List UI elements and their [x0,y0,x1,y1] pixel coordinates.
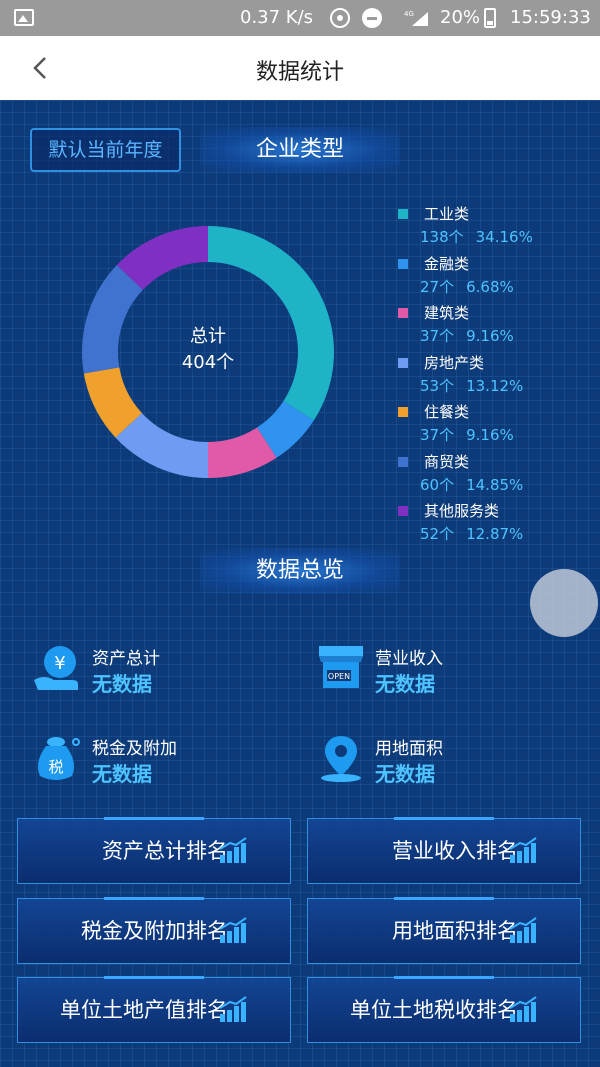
legend-count: 138个 [420,228,464,246]
legend-percent: 6.68% [466,277,514,296]
legend-swatch [398,506,408,516]
legend-percent: 12.87% [466,525,524,543]
legend-item[interactable]: 住餐类 37个 9.16% [398,400,598,450]
stat-land-area: 用地面积 无数据 [315,730,565,790]
legend-swatch [398,308,408,318]
network-speed: 0.37 K/s [240,7,314,28]
rank-total-assets-button[interactable]: 资产总计排名 [17,817,291,884]
battery-percent: 20% [440,7,481,28]
stat-label: 资产总计 [92,649,160,669]
legend-percent: 34.16% [475,228,533,246]
legend-swatch [398,407,408,417]
clock: 15:59:33 [510,7,591,28]
legend-label: 其他服务类 [424,502,500,520]
donut-slice[interactable] [82,265,143,374]
legend-percent: 14.85% [466,475,524,494]
legend-label: 金融类 [424,254,470,273]
legend-swatch [398,209,408,219]
rank-label: 单位土地税收排名 [350,998,518,1022]
rank-land-area-button[interactable]: 用地面积排名 [307,897,581,964]
money-hand-icon: ¥ [34,646,78,690]
legend-item[interactable]: 其他服务类 52个 12.87% [398,499,598,549]
legend-item[interactable]: 金融类 27个 6.68% [398,252,598,302]
stat-label: 用地面积 [375,739,443,759]
stat-label: 营业收入 [375,649,443,669]
stat-value: 无数据 [92,672,152,696]
rank-output-per-land-button[interactable]: 单位土地产值排名 [17,976,291,1043]
legend-label: 商贸类 [424,452,470,471]
rank-operating-revenue-button[interactable]: 营业收入排名 [307,817,581,884]
network-type: 4G [404,10,414,18]
legend-count: 60个 [420,475,455,494]
legend-count: 52个 [420,525,455,543]
stat-label: 税金及附加 [92,739,177,759]
chart-legend: 工业类 138个 34.16% 金融类 27个 6.68% 建筑类 37个 9.16%… [398,202,598,549]
tax-bag-icon: 税 [38,737,80,780]
stat-value: 无数据 [375,672,435,696]
stat-value: 无数据 [92,762,152,786]
shop-open-icon: OPEN [319,646,363,688]
data-overview-title: 数据总览 [200,548,400,594]
legend-item[interactable]: 房地产类 53个 13.12% [398,351,598,401]
rank-label: 资产总计排名 [102,839,228,863]
rank-tax-surcharges-button[interactable]: 税金及附加排名 [17,897,291,964]
do-not-disturb-icon [362,8,382,28]
legend-count: 37个 [420,426,455,444]
rank-tax-per-land-button[interactable]: 单位土地税收排名 [307,976,581,1043]
bar-chart-trend-icon [219,996,247,1022]
main-content: 默认当前年度 企业类型 总计 404个 工业类 138个 34.16% 金融类 2… [0,100,600,1067]
map-pin-icon [321,736,361,782]
bar-chart-trend-icon [509,996,537,1022]
stat-operating-revenue: OPEN 营业收入 无数据 [315,640,565,700]
signal-icon: 4G [404,10,428,26]
legend-item[interactable]: 工业类 138个 34.16% [398,202,598,252]
money-symbol: ¥ [54,653,65,674]
legend-label: 住餐类 [424,403,470,421]
legend-swatch [398,456,408,467]
hotspot-icon [330,8,350,28]
year-filter-button[interactable]: 默认当前年度 [30,128,181,172]
nav-bar: 数据统计 [0,36,600,100]
donut-center: 总计 404个 [140,324,276,376]
legend-count: 37个 [420,327,455,345]
legend-percent: 13.12% [466,376,524,395]
legend-count: 53个 [420,376,455,395]
gallery-notification-icon [14,9,34,26]
bar-chart-trend-icon [509,837,537,863]
legend-label: 建筑类 [424,304,470,322]
battery-icon [484,8,496,28]
stat-tax-surcharges: 税 税金及附加 无数据 [32,730,282,790]
total-label: 总计 [190,326,226,347]
shop-sign: OPEN [328,672,350,681]
stat-total-assets: ¥ 资产总计 无数据 [32,640,282,700]
legend-percent: 9.16% [466,426,514,444]
floating-assistive-button[interactable] [530,569,598,637]
bar-chart-trend-icon [219,837,247,863]
rank-label: 单位土地产值排名 [60,998,228,1022]
bar-chart-trend-icon [509,917,537,943]
stat-value: 无数据 [375,762,435,786]
legend-percent: 9.16% [466,327,514,345]
bar-chart-trend-icon [219,917,247,943]
legend-item[interactable]: 建筑类 37个 9.16% [398,301,598,351]
rank-label: 营业收入排名 [392,839,518,863]
legend-swatch [398,357,408,368]
status-bar: 0.37 K/s 4G 20% 15:59:33 [0,0,600,36]
legend-count: 27个 [420,277,455,296]
total-value: 404个 [181,352,235,373]
rank-label: 用地面积排名 [392,919,518,943]
page-title: 数据统计 [255,60,344,85]
legend-swatch [398,258,408,269]
legend-label: 房地产类 [424,353,485,372]
rank-label: 税金及附加排名 [81,919,228,943]
tax-char: 税 [48,758,63,776]
enterprise-type-title: 企业类型 [200,127,400,173]
legend-item[interactable]: 商贸类 60个 14.85% [398,450,598,500]
legend-label: 工业类 [424,205,470,223]
